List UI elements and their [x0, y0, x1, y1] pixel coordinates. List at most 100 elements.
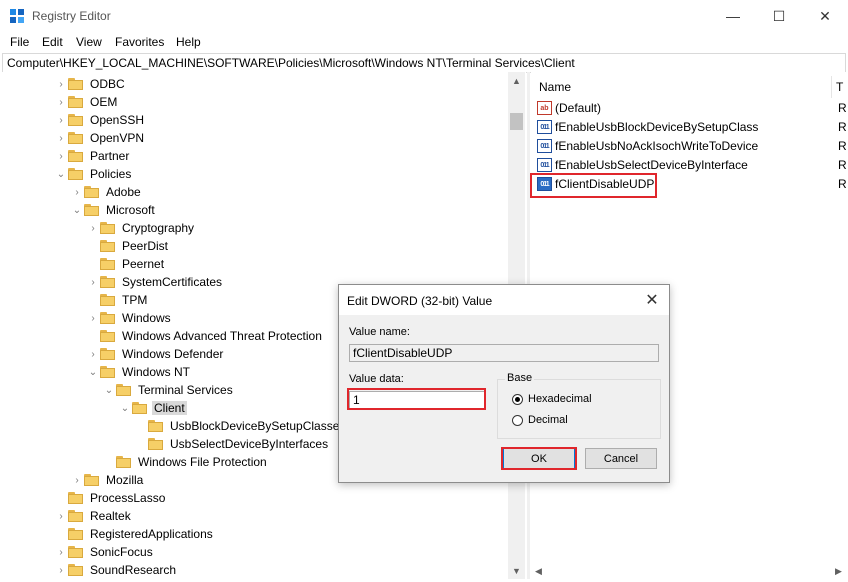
- dialog-close-button[interactable]: ✕: [635, 285, 669, 315]
- expand-chevron-icon[interactable]: ›: [54, 507, 68, 525]
- tree-node-label[interactable]: SoundResearch: [88, 563, 178, 577]
- tree-node-label[interactable]: Adobe: [104, 185, 143, 199]
- value-row[interactable]: ab (Default): [537, 99, 601, 117]
- tree-node-label[interactable]: RegisteredApplications: [88, 527, 215, 541]
- tree-node-label[interactable]: TPM: [120, 293, 149, 307]
- tree-node-label[interactable]: Windows File Protection: [136, 455, 269, 469]
- tree-node[interactable]: › SystemCertificates: [86, 273, 224, 291]
- tree-node-label[interactable]: Realtek: [88, 509, 133, 523]
- tree-node[interactable]: ⌄ Terminal Services: [102, 381, 235, 399]
- expand-chevron-icon[interactable]: ›: [54, 93, 68, 111]
- tree-node[interactable]: › Windows Defender: [86, 345, 225, 363]
- tree-node[interactable]: › Cryptography: [86, 219, 196, 237]
- expand-chevron-icon[interactable]: ›: [86, 219, 100, 237]
- tree-node[interactable]: Windows File Protection: [102, 453, 269, 471]
- menu-favorites[interactable]: Favorites: [115, 35, 164, 49]
- value-row[interactable]: 011 fEnableUsbBlockDeviceBySetupClass: [537, 118, 758, 136]
- menu-edit[interactable]: Edit: [42, 35, 63, 49]
- tree-node-label[interactable]: Partner: [88, 149, 131, 163]
- tree-node[interactable]: Windows Advanced Threat Protection: [86, 327, 324, 345]
- tree-node[interactable]: › Realtek: [54, 507, 133, 525]
- decimal-label[interactable]: Decimal: [528, 414, 568, 426]
- collapse-chevron-icon[interactable]: ⌄: [102, 381, 116, 399]
- tree-node-label[interactable]: Cryptography: [120, 221, 196, 235]
- tree-node[interactable]: ⌄ Windows NT: [86, 363, 192, 381]
- tree-node-label[interactable]: Microsoft: [104, 203, 157, 217]
- tree-node-label[interactable]: Peernet: [120, 257, 166, 271]
- tree-node-label[interactable]: OpenSSH: [88, 113, 146, 127]
- tree-node[interactable]: › SoundResearch: [54, 561, 178, 579]
- tree-node[interactable]: UsbSelectDeviceByInterfaces: [134, 435, 330, 453]
- value-name[interactable]: (Default): [555, 101, 601, 115]
- value-row[interactable]: 011 fEnableUsbNoAckIsochWriteToDevice: [537, 137, 758, 155]
- tree-scroll-thumb[interactable]: [510, 113, 523, 130]
- expand-chevron-icon[interactable]: ›: [54, 75, 68, 93]
- tree-node-label[interactable]: OpenVPN: [88, 131, 146, 145]
- collapse-chevron-icon[interactable]: ⌄: [70, 201, 84, 219]
- tree-node-label[interactable]: UsbSelectDeviceByInterfaces: [168, 437, 330, 451]
- address-path[interactable]: Computer\HKEY_LOCAL_MACHINE\SOFTWARE\Pol…: [7, 56, 575, 70]
- column-separator[interactable]: [831, 76, 832, 98]
- value-name[interactable]: fEnableUsbSelectDeviceByInterface: [555, 158, 748, 172]
- tree-node-label[interactable]: Windows Advanced Threat Protection: [120, 329, 324, 343]
- decimal-option[interactable]: Decimal: [512, 414, 568, 426]
- tree-node[interactable]: PeerDist: [86, 237, 170, 255]
- tree-node[interactable]: › OpenVPN: [54, 129, 146, 147]
- value-name-field[interactable]: fClientDisableUDP: [349, 344, 659, 362]
- tree-node-label[interactable]: ODBC: [88, 77, 127, 91]
- tree-node-label[interactable]: Windows Defender: [120, 347, 225, 361]
- expand-chevron-icon[interactable]: ›: [70, 183, 84, 201]
- tree-node[interactable]: › Windows: [86, 309, 173, 327]
- tree-node-label[interactable]: SonicFocus: [88, 545, 155, 559]
- tree-node-label[interactable]: UsbBlockDeviceBySetupClasses: [168, 419, 347, 433]
- minimize-button[interactable]: —: [710, 0, 756, 32]
- collapse-chevron-icon[interactable]: ⌄: [118, 399, 132, 417]
- tree-node[interactable]: Peernet: [86, 255, 166, 273]
- scroll-left-icon[interactable]: ◀: [535, 566, 542, 577]
- expand-chevron-icon[interactable]: ›: [54, 129, 68, 147]
- collapse-chevron-icon[interactable]: ⌄: [54, 165, 68, 183]
- collapse-chevron-icon[interactable]: ⌄: [86, 363, 100, 381]
- scroll-down-icon[interactable]: ▼: [508, 562, 525, 579]
- tree-node[interactable]: ProcessLasso: [54, 489, 167, 507]
- scroll-right-icon[interactable]: ▶: [835, 566, 842, 577]
- expand-chevron-icon[interactable]: ›: [54, 111, 68, 129]
- menu-view[interactable]: View: [76, 35, 102, 49]
- tree-node[interactable]: ⌄ Client: [118, 399, 187, 417]
- tree-node-label[interactable]: Mozilla: [104, 473, 145, 487]
- cancel-button[interactable]: Cancel: [585, 448, 657, 469]
- expand-chevron-icon[interactable]: ›: [86, 345, 100, 363]
- expand-chevron-icon[interactable]: ›: [54, 543, 68, 561]
- menu-help[interactable]: Help: [176, 35, 201, 49]
- tree-node[interactable]: ⌄ Policies: [54, 165, 133, 183]
- maximize-button[interactable]: ☐: [756, 0, 802, 32]
- expand-chevron-icon[interactable]: ›: [86, 309, 100, 327]
- tree-node-label[interactable]: PeerDist: [120, 239, 170, 253]
- tree-node-label[interactable]: OEM: [88, 95, 119, 109]
- expand-chevron-icon[interactable]: ›: [54, 561, 68, 579]
- tree-node-label[interactable]: Windows: [120, 311, 173, 325]
- tree-node[interactable]: UsbBlockDeviceBySetupClasses: [134, 417, 347, 435]
- scroll-up-icon[interactable]: ▲: [508, 72, 525, 89]
- tree-node[interactable]: › ODBC: [54, 75, 127, 93]
- expand-chevron-icon[interactable]: ›: [86, 273, 100, 291]
- close-button[interactable]: ✕: [802, 0, 848, 32]
- tree-node-label[interactable]: Client: [152, 401, 187, 415]
- tree-node[interactable]: › Mozilla: [70, 471, 145, 489]
- tree-node-label[interactable]: Windows NT: [120, 365, 192, 379]
- tree-node[interactable]: › Adobe: [70, 183, 143, 201]
- tree-node[interactable]: ⌄ Microsoft: [70, 201, 157, 219]
- hexadecimal-label[interactable]: Hexadecimal: [528, 393, 592, 405]
- decimal-radio[interactable]: [512, 414, 523, 426]
- tree-node[interactable]: › Partner: [54, 147, 131, 165]
- column-header-type[interactable]: T: [836, 80, 843, 94]
- tree-node[interactable]: › SonicFocus: [54, 543, 155, 561]
- list-hscrollbar[interactable]: ◀ ▶: [531, 566, 848, 579]
- tree-node[interactable]: TPM: [86, 291, 149, 309]
- value-name[interactable]: fEnableUsbNoAckIsochWriteToDevice: [555, 139, 758, 153]
- tree-node[interactable]: › OEM: [54, 93, 119, 111]
- expand-chevron-icon[interactable]: ›: [54, 147, 68, 165]
- tree-node-label[interactable]: Policies: [88, 167, 133, 181]
- menu-file[interactable]: File: [10, 35, 29, 49]
- hexadecimal-radio[interactable]: [512, 393, 523, 405]
